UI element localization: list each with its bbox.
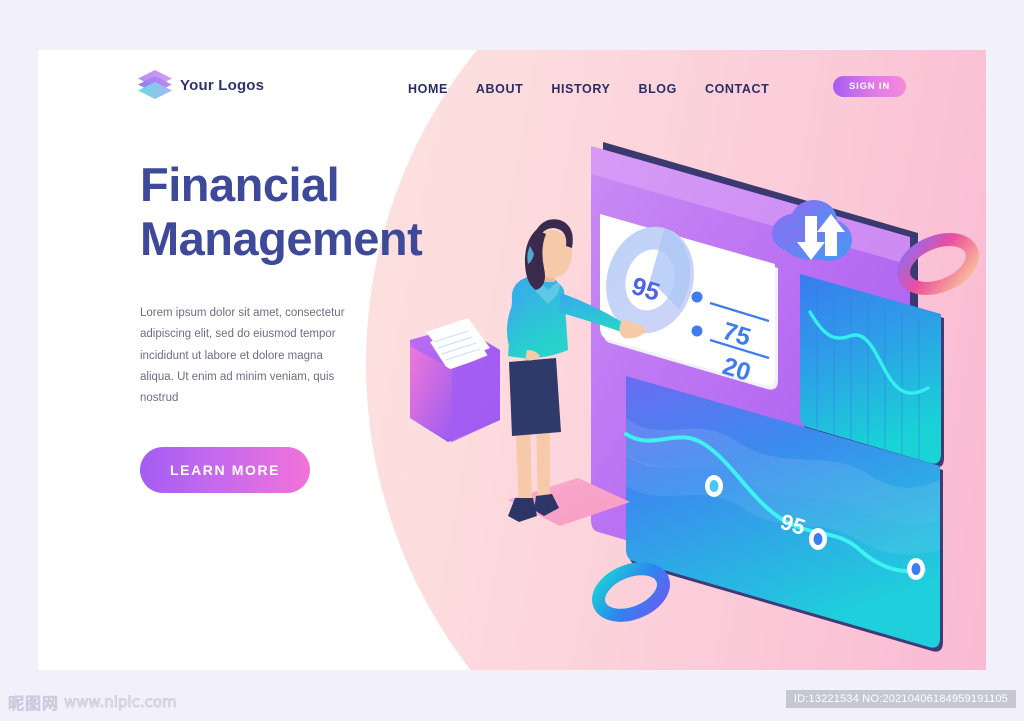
main-nav: HOME ABOUT HISTORY BLOG CONTACT xyxy=(408,82,769,96)
nav-contact[interactable]: CONTACT xyxy=(705,82,769,96)
site-header: Your Logos HOME ABOUT HISTORY BLOG CONTA… xyxy=(38,50,986,130)
nav-about[interactable]: ABOUT xyxy=(476,82,523,96)
nav-blog[interactable]: BLOG xyxy=(638,82,677,96)
watermark-cjk-text: 昵图网 xyxy=(7,694,60,714)
hero-card: Your Logos HOME ABOUT HISTORY BLOG CONTA… xyxy=(38,50,986,670)
layer-stack-icon xyxy=(138,70,172,100)
headline-line-1: Financial xyxy=(140,158,340,211)
image-id-badge: ID:13221534 NO:20210406184959191105 xyxy=(785,690,1016,708)
learn-more-button[interactable]: LEARN MORE xyxy=(140,447,311,494)
page-title: Financial Management xyxy=(140,158,470,265)
hero-copy: Financial Management Lorem ipsum dolor s… xyxy=(140,158,470,494)
headline-line-2: Management xyxy=(140,211,423,265)
nav-home[interactable]: HOME xyxy=(408,82,448,96)
nav-history[interactable]: HISTORY xyxy=(551,82,610,96)
brand-logo[interactable]: Your Logos xyxy=(138,70,264,100)
hero-body-text: Lorem ipsum dolor sit amet, consectetur … xyxy=(140,307,345,405)
sign-in-button[interactable]: SIGN IN xyxy=(833,76,906,98)
nipic-watermark: 昵图网 www.nipic.com xyxy=(7,690,178,714)
watermark-bar: 昵图网 www.nipic.com ID:13221534 NO:2021040… xyxy=(0,680,1024,721)
page-root: Your Logos HOME ABOUT HISTORY BLOG CONTA… xyxy=(0,0,1024,721)
brand-name: Your Logos xyxy=(180,76,265,94)
watermark-url-text: www.nipic.com xyxy=(64,693,178,712)
